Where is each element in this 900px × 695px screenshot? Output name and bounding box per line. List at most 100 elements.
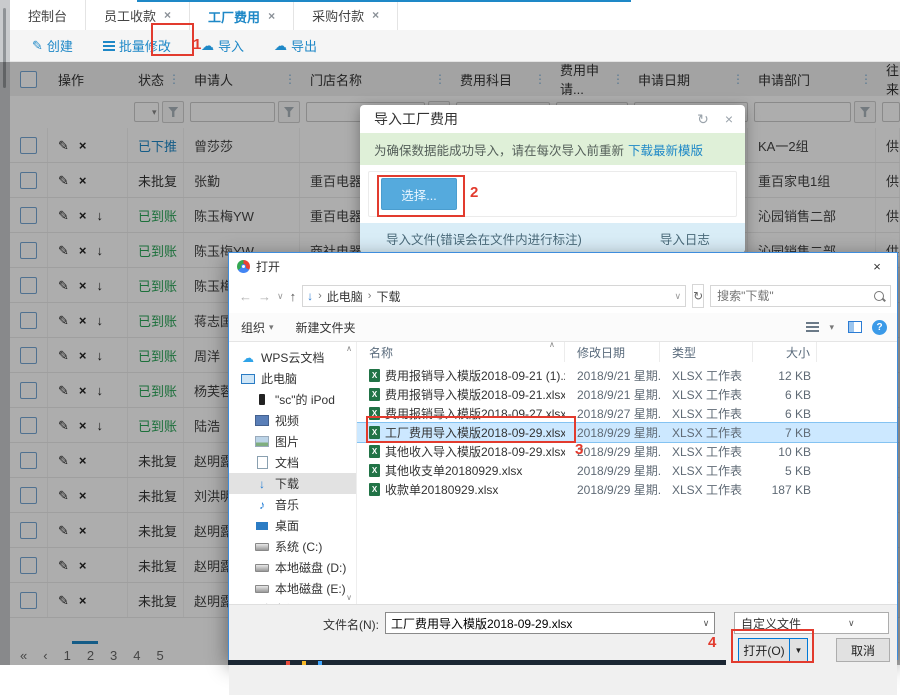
scroll-up-icon[interactable]: ∧ <box>346 344 352 353</box>
address-dropdown-icon[interactable]: ∨ <box>675 291 682 302</box>
history-chevron-icon[interactable]: ∨ <box>277 291 284 302</box>
file-size-cell: 5 KB <box>753 464 817 478</box>
search-box[interactable] <box>710 285 891 307</box>
excel-file-icon: X <box>369 445 380 458</box>
import-notice-banner: 为确保数据能成功导入，请在每次导入前重新 下载最新模版 <box>360 133 745 165</box>
file-row[interactable]: X其他收支单20180929.xlsx 2018/9/29 星期... XLSX… <box>357 461 897 480</box>
file-row[interactable]: X费用报销导入模版2018-09-21.xlsx 2018/9/21 星期...… <box>357 385 897 404</box>
view-mode-icon[interactable] <box>806 322 819 333</box>
file-date-cell: 2018/9/27 星期... <box>565 405 660 422</box>
excel-file-icon: X <box>369 483 380 496</box>
forward-icon[interactable]: → <box>258 289 271 304</box>
annotation-number-2: 2 <box>470 184 478 201</box>
folder-tree: WPS云文档 此电脑 "sc"的 iPod 视频 <box>229 347 356 604</box>
filename-combo: ∨ <box>385 612 715 634</box>
sidebar-item[interactable]: 此电脑 <box>229 368 356 389</box>
file-date-cell: 2018/9/21 星期... <box>565 386 660 403</box>
folder-icon <box>241 374 255 384</box>
preview-pane-icon[interactable] <box>848 321 862 333</box>
close-icon[interactable]: × <box>725 111 733 128</box>
file-name-cell: X 其他收入导入模版2018-09-29.xlsx <box>357 443 565 460</box>
breadcrumb[interactable]: ↓ › 此电脑 › 下载 ∨ <box>302 285 686 307</box>
tab-bar: 控制台 × 员工收款 × 工厂费用 × 采购付款 × <box>10 0 900 31</box>
sidebar-item-label: 此电脑 <box>261 370 297 387</box>
breadcrumb-downloads[interactable]: 下载 <box>376 288 400 305</box>
filetype-dropdown-icon[interactable]: ∨ <box>815 618 889 629</box>
tab[interactable]: 采购付款 × <box>294 0 398 30</box>
folder-icon <box>255 499 269 511</box>
tab-close-icon[interactable]: × <box>268 9 275 23</box>
file-type-cell: XLSX 工作表 <box>660 481 753 498</box>
filename-input[interactable] <box>386 616 698 630</box>
tab-close-icon[interactable]: × <box>372 8 379 22</box>
file-type-cell: XLSX 工作表 <box>660 405 753 422</box>
sidebar-item[interactable]: 系统 (C:) <box>229 536 356 557</box>
new-folder-button[interactable]: 新建文件夹 <box>296 319 356 336</box>
download-template-link[interactable]: 下载最新模版 <box>628 140 703 159</box>
import-file-column-label: 导入文件(错误会在文件内进行标注) <box>360 229 582 248</box>
file-size-cell: 7 KB <box>753 426 817 440</box>
file-row[interactable]: X其他收入导入模版2018-09-29.xlsx 2018/9/29 星期...… <box>357 442 897 461</box>
file-date-cell: 2018/9/29 星期... <box>565 424 660 441</box>
refresh-icon[interactable]: ↻ <box>692 284 704 308</box>
column-header-name[interactable]: 名称 <box>357 342 565 362</box>
view-mode-chevron-icon[interactable]: ▾ <box>829 322 834 333</box>
file-name: 费用报销导入模版2018-09-21 (1).xlsx <box>385 367 565 384</box>
toolbar-button[interactable]: ☁ 导出 <box>274 36 317 55</box>
filename-dropdown-icon[interactable]: ∨ <box>698 618 714 629</box>
open-file-dialog: 打开 × ← → ∨ ↑ ↓ › 此电脑 › 下载 ∨ ↻ 组织 ▾ 新建文件夹… <box>228 252 898 660</box>
taskbar-icon <box>318 661 322 665</box>
scroll-down-icon[interactable]: ∨ <box>346 593 352 602</box>
organize-chevron-icon: ▾ <box>269 322 274 333</box>
tab-label: 控制台 <box>28 6 67 25</box>
breadcrumb-this-pc[interactable]: 此电脑 <box>327 288 363 305</box>
sidebar-item[interactable]: 桌面 <box>229 515 356 536</box>
column-header-date[interactable]: 修改日期 <box>565 342 660 362</box>
sidebar-scrollbar[interactable]: ∧ ∨ <box>344 344 354 602</box>
import-dialog-header: 导入工厂费用 ↻ × <box>360 105 745 133</box>
tab-close-icon[interactable]: × <box>164 8 171 22</box>
close-icon[interactable]: × <box>857 253 897 279</box>
excel-file-icon: X <box>369 369 380 382</box>
sidebar-item-label: 音乐 <box>275 496 299 513</box>
search-input[interactable] <box>715 288 874 304</box>
folder-icon <box>255 585 269 593</box>
toolbar-button[interactable]: ☁ 导入 <box>201 36 244 55</box>
sidebar-item-label: WPS云文档 <box>261 349 324 366</box>
sidebar-item[interactable]: 音乐 <box>229 494 356 515</box>
file-row[interactable]: X收款单20180929.xlsx 2018/9/29 星期... XLSX 工… <box>357 480 897 499</box>
cancel-button[interactable]: 取消 <box>836 638 890 662</box>
sidebar-item[interactable]: 图片 <box>229 431 356 452</box>
tab[interactable]: 控制台 × <box>10 0 86 30</box>
excel-file-icon: X <box>369 388 380 401</box>
action-toolbar: ✎ 创建 批量修改 ☁ 导入 ☁ 导出 <box>10 30 900 62</box>
refresh-icon[interactable]: ↻ <box>697 111 709 128</box>
up-icon[interactable]: ↑ <box>290 289 297 304</box>
import-table-header: 导入文件(错误会在文件内进行标注) 导入日志 <box>360 223 745 253</box>
file-name: 其他收入导入模版2018-09-29.xlsx <box>385 443 565 460</box>
sidebar-item[interactable]: 本地磁盘 (D:) <box>229 557 356 578</box>
folder-icon <box>241 352 255 364</box>
file-date-cell: 2018/9/29 星期... <box>565 481 660 498</box>
sidebar-item[interactable]: 本地磁盘 (E:) <box>229 578 356 599</box>
sidebar-item[interactable]: 下载 <box>229 473 356 494</box>
chrome-icon <box>237 260 250 273</box>
column-header-type[interactable]: 类型 <box>660 342 753 362</box>
help-icon[interactable]: ? <box>872 320 887 335</box>
sidebar-item[interactable]: 视频 <box>229 410 356 431</box>
filename-label: 文件名(N): <box>289 616 379 633</box>
sort-ascending-icon: ∧ <box>549 342 555 349</box>
folder-icon <box>255 564 269 572</box>
breadcrumb-separator: › <box>368 290 372 302</box>
file-row[interactable]: X费用报销导入模版2018-09-21 (1).xlsx 2018/9/21 星… <box>357 366 897 385</box>
sidebar-item[interactable]: WPS云文档 <box>229 347 356 368</box>
back-icon[interactable]: ← <box>239 289 252 304</box>
tab[interactable]: 工厂费用 × <box>190 0 294 30</box>
dialog-title-bar[interactable]: 打开 × <box>229 253 897 279</box>
toolbar-button[interactable]: ✎ 创建 <box>32 36 73 55</box>
sidebar-item[interactable]: "sc"的 iPod <box>229 389 356 410</box>
file-size-cell: 187 KB <box>753 483 817 497</box>
sidebar-item[interactable]: 文档 <box>229 452 356 473</box>
organize-menu[interactable]: 组织 <box>241 319 265 336</box>
column-header-size[interactable]: 大小 <box>753 342 817 362</box>
